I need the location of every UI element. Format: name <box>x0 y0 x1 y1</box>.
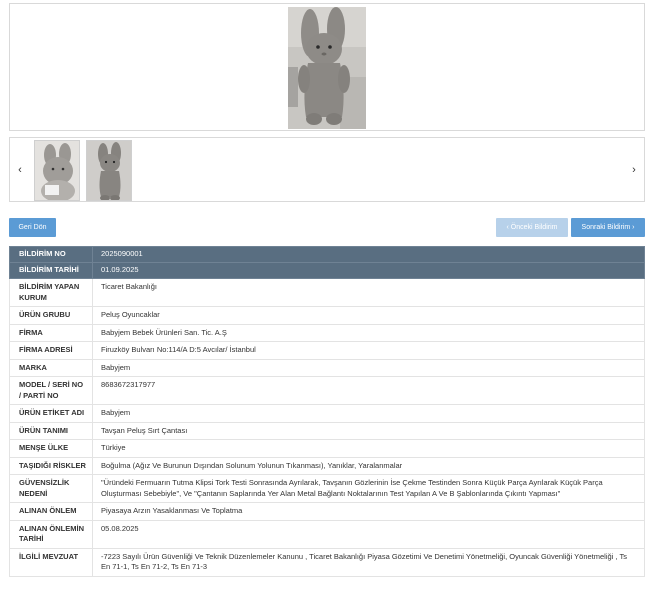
field-label: GÜVENSİZLİK NEDENİ <box>9 474 93 503</box>
main-photo-panel <box>9 3 645 131</box>
field-label: ÜRÜN ETİKET ADI <box>9 404 93 423</box>
field-value: Babyjem <box>92 358 645 377</box>
detail-row-origin-country: MENŞE ÜLKE Türkiye <box>9 439 645 458</box>
plush-bunny-illustration <box>288 7 366 129</box>
detail-row-product-description: ÜRÜN TANIMI Tavşan Peluş Sırt Çantası <box>9 421 645 440</box>
product-photo <box>288 7 366 129</box>
detail-row-company: FİRMA Babyjem Bebek Ürünleri San. Tic. A… <box>9 323 645 342</box>
field-value: -7223 Sayılı Ürün Güvenliği Ve Teknik Dü… <box>92 547 645 577</box>
field-label: MENŞE ÜLKE <box>9 439 93 458</box>
carousel-prev-arrow[interactable]: ‹ <box>13 162 27 178</box>
back-button[interactable]: Geri Dön <box>9 218 56 237</box>
plush-bunny-thumbnail-icon <box>87 141 131 200</box>
field-value: Babyjem <box>92 404 645 423</box>
field-value: Firuzköy Bulvarı No:114/A D:5 Avcılar/ İ… <box>92 341 645 360</box>
field-label: FİRMA ADRESİ <box>9 341 93 360</box>
field-label: BİLDİRİM NO <box>9 246 93 263</box>
next-notification-button[interactable]: Sonraki Bildirim › <box>571 218 645 237</box>
field-value: "Üründeki Fermuarın Tutma Klipsi Tork Te… <box>92 474 645 503</box>
detail-row-measure-date: ALINAN ÖNLEMİN TARİHİ 05.08.2025 <box>9 519 645 549</box>
previous-notification-button[interactable]: ‹ Önceki Bildirim <box>496 218 568 237</box>
detail-row-notification-no: BİLDİRİM NO 2025090001 <box>9 246 645 263</box>
field-value: Babyjem Bebek Ürünleri San. Tic. A.Ş <box>92 323 645 342</box>
detail-row-legislation: İLGİLİ MEVZUAT -7223 Sayılı Ürün Güvenli… <box>9 547 645 577</box>
field-label: İLGİLİ MEVZUAT <box>9 547 93 577</box>
detail-row-reporting-institution: BİLDİRİM YAPAN KURUM Ticaret Bakanlığı <box>9 278 645 307</box>
field-label: MARKA <box>9 358 93 377</box>
field-value: Ticaret Bakanlığı <box>92 278 645 307</box>
field-value: 01.09.2025 <box>92 262 645 279</box>
field-label: BİLDİRİM YAPAN KURUM <box>9 278 93 307</box>
field-label: ALINAN ÖNLEMİN TARİHİ <box>9 519 93 549</box>
field-value: Piyasaya Arzın Yasaklanması Ve Toplatma <box>92 502 645 521</box>
field-label: FİRMA <box>9 323 93 342</box>
detail-row-risks: TAŞIDIĞI RİSKLER Boğulma (Ağız Ve Burunu… <box>9 456 645 475</box>
field-value: 05.08.2025 <box>92 519 645 549</box>
field-label: ÜRÜN TANIMI <box>9 421 93 440</box>
detail-row-product-group: ÜRÜN GRUBU Peluş Oyuncaklar <box>9 306 645 325</box>
field-value: Tavşan Peluş Sırt Çantası <box>92 421 645 440</box>
field-value: 8683672317977 <box>92 376 645 405</box>
detail-row-model-serial: MODEL / SERİ NO / PARTİ NO 8683672317977 <box>9 376 645 405</box>
thumbnail-1[interactable] <box>34 140 80 201</box>
field-label: TAŞIDIĞI RİSKLER <box>9 456 93 475</box>
field-label: BİLDİRİM TARİHİ <box>9 262 93 279</box>
field-value: 2025090001 <box>92 246 645 263</box>
detail-row-label-name: ÜRÜN ETİKET ADI Babyjem <box>9 404 645 423</box>
field-value: Peluş Oyuncaklar <box>92 306 645 325</box>
detail-row-measure-taken: ALINAN ÖNLEM Piyasaya Arzın Yasaklanması… <box>9 502 645 521</box>
field-value: Türkiye <box>92 439 645 458</box>
detail-row-brand: MARKA Babyjem <box>9 358 645 377</box>
field-label: ÜRÜN GRUBU <box>9 306 93 325</box>
field-value: Boğulma (Ağız Ve Burunun Dışından Solunu… <box>92 456 645 475</box>
field-label: ALINAN ÖNLEM <box>9 502 93 521</box>
detail-row-unsafety-reason: GÜVENSİZLİK NEDENİ "Üründeki Fermuarın T… <box>9 474 645 503</box>
thumbnail-carousel: ‹ › <box>9 137 645 202</box>
detail-row-company-address: FİRMA ADRESİ Firuzköy Bulvarı No:114/A D… <box>9 341 645 360</box>
carousel-next-arrow[interactable]: › <box>627 162 641 178</box>
field-label: MODEL / SERİ NO / PARTİ NO <box>9 376 93 405</box>
thumbnail-2[interactable] <box>86 140 132 201</box>
detail-row-notification-date: BİLDİRİM TARİHİ 01.09.2025 <box>9 262 645 279</box>
notification-detail-table: BİLDİRİM NO 2025090001 BİLDİRİM TARİHİ 0… <box>9 246 645 577</box>
plush-bunny-thumbnail-icon <box>35 141 79 200</box>
